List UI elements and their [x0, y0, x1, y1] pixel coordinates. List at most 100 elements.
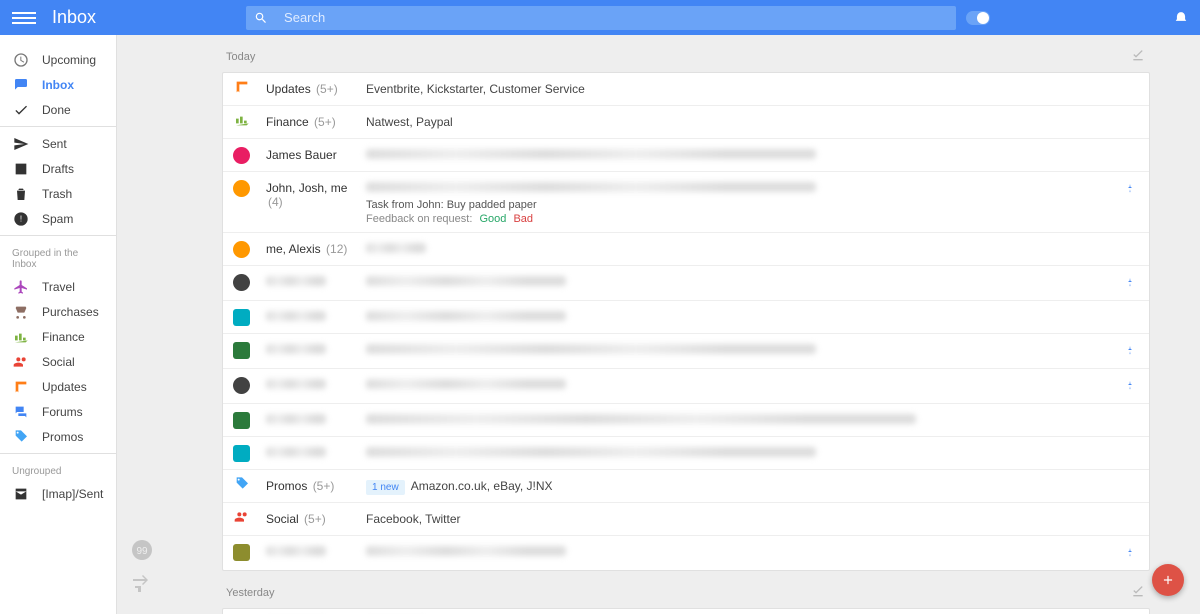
compose-button[interactable] — [1152, 564, 1184, 596]
group-header: Today — [222, 35, 1150, 72]
search-icon — [254, 11, 268, 25]
message-row[interactable]: Social (5+)Facebook, Twitter — [223, 503, 1149, 536]
sidebar-item-updates[interactable]: Updates — [0, 374, 116, 399]
sidebar-item-label: Finance — [42, 330, 85, 344]
sidebar-item-done[interactable]: Done — [0, 97, 116, 122]
updates-icon — [234, 79, 250, 100]
sender-redacted — [266, 276, 326, 286]
message-row[interactable]: me, Alexis (12) — [223, 233, 1149, 266]
sidebar-item-sent[interactable]: Sent — [0, 131, 116, 156]
sidebar-item-forums[interactable]: Forums — [0, 399, 116, 424]
pin-column[interactable] — [1125, 477, 1139, 479]
avatar — [233, 147, 250, 164]
sidebar-item-label: [Imap]/Sent — [42, 487, 103, 501]
sidebar-item-spam[interactable]: ! Spam — [0, 206, 116, 231]
sidebar-item-purchases[interactable]: Purchases — [0, 299, 116, 324]
hangouts-chat-icon[interactable]: 99 — [130, 538, 154, 562]
pin-toggle[interactable] — [966, 11, 990, 25]
avatar — [233, 342, 250, 359]
notification-icon[interactable] — [1174, 11, 1188, 25]
hangouts-exit-icon[interactable] — [130, 572, 154, 596]
sidebar-item-label: Social — [42, 355, 75, 369]
sender-redacted — [266, 379, 326, 389]
check-icon — [12, 101, 30, 119]
pin-column[interactable] — [1125, 146, 1139, 148]
pin-column[interactable] — [1125, 543, 1139, 563]
svg-text:99: 99 — [136, 546, 148, 557]
sweep-button[interactable] — [1130, 583, 1146, 602]
subject-text: Facebook, Twitter — [366, 512, 461, 526]
message-row[interactable] — [223, 369, 1149, 404]
message-row[interactable] — [223, 609, 1149, 614]
message-row[interactable] — [223, 404, 1149, 437]
pin-column[interactable] — [1125, 308, 1139, 310]
message-row[interactable] — [223, 301, 1149, 334]
pin-icon — [1125, 379, 1135, 391]
pin-column[interactable] — [1125, 273, 1139, 293]
message-row[interactable]: John, Josh, me (4)Task from John: Buy pa… — [223, 172, 1149, 233]
search-box[interactable] — [246, 6, 956, 30]
sidebar-item-inbox[interactable]: Inbox — [0, 72, 116, 97]
menu-button[interactable] — [12, 6, 36, 30]
pin-column[interactable] — [1125, 341, 1139, 361]
purchases-icon — [12, 303, 30, 321]
sidebar-item-promos[interactable]: Promos — [0, 424, 116, 449]
app-title: Inbox — [52, 7, 96, 28]
social-icon — [12, 353, 30, 371]
sidebar-item-label: Trash — [42, 187, 72, 201]
message-row[interactable] — [223, 437, 1149, 470]
sidebar-item-label: Purchases — [42, 305, 99, 319]
drafts-icon — [12, 160, 30, 178]
sidebar-item-trash[interactable]: Trash — [0, 181, 116, 206]
pin-column[interactable] — [1125, 444, 1139, 446]
clock-icon — [12, 51, 30, 69]
pin-column[interactable] — [1125, 240, 1139, 242]
inbox-icon — [12, 76, 30, 94]
bundle-avatar — [233, 478, 250, 495]
message-row[interactable]: Finance (5+)Natwest, Paypal — [223, 106, 1149, 139]
pin-column[interactable] — [1125, 510, 1139, 512]
spam-icon: ! — [12, 210, 30, 228]
feedback-good-link[interactable]: Good — [479, 213, 506, 225]
subject-redacted — [366, 243, 426, 253]
pin-column[interactable] — [1125, 80, 1139, 82]
sidebar-item-social[interactable]: Social — [0, 349, 116, 374]
pin-column[interactable] — [1125, 179, 1139, 199]
pin-icon — [1125, 344, 1135, 356]
message-row[interactable] — [223, 334, 1149, 369]
message-row[interactable]: Promos (5+)1 newAmazon.co.uk, eBay, J!NX — [223, 470, 1149, 503]
subject-text: Amazon.co.uk, eBay, J!NX — [411, 479, 553, 493]
subject-text: Eventbrite, Kickstarter, Customer Servic… — [366, 82, 585, 96]
pin-column[interactable] — [1125, 113, 1139, 115]
sweep-icon — [1130, 583, 1146, 599]
group-header: Yesterday — [222, 571, 1150, 608]
pin-column[interactable] — [1125, 376, 1139, 396]
sender-redacted — [266, 414, 326, 424]
avatar — [233, 274, 250, 291]
sweep-button[interactable] — [1130, 47, 1146, 66]
finance-icon — [234, 112, 250, 133]
subject-redacted — [366, 149, 816, 159]
updates-icon — [12, 378, 30, 396]
message-row[interactable] — [223, 536, 1149, 570]
search-input[interactable] — [284, 10, 948, 25]
sender-name: Promos — [266, 479, 307, 493]
hangouts-panel: 99 — [130, 538, 154, 596]
sidebar-item-label: Spam — [42, 212, 73, 226]
sidebar-item-upcoming[interactable]: Upcoming — [0, 47, 116, 72]
sender-redacted — [266, 546, 326, 556]
sidebar-item-travel[interactable]: Travel — [0, 274, 116, 299]
pin-icon — [1125, 276, 1135, 288]
message-row[interactable] — [223, 266, 1149, 301]
feedback-bad-link[interactable]: Bad — [513, 213, 533, 225]
pin-column[interactable] — [1125, 411, 1139, 413]
message-row[interactable]: James Bauer — [223, 139, 1149, 172]
sidebar-item-label: Travel — [42, 280, 75, 294]
trash-icon — [12, 185, 30, 203]
pin-icon — [1125, 182, 1135, 194]
sidebar-item-finance[interactable]: Finance — [0, 324, 116, 349]
sidebar-item--imap-sent[interactable]: [Imap]/Sent — [0, 481, 116, 506]
avatar — [233, 445, 250, 462]
message-row[interactable]: Updates (5+)Eventbrite, Kickstarter, Cus… — [223, 73, 1149, 106]
sidebar-item-drafts[interactable]: Drafts — [0, 156, 116, 181]
